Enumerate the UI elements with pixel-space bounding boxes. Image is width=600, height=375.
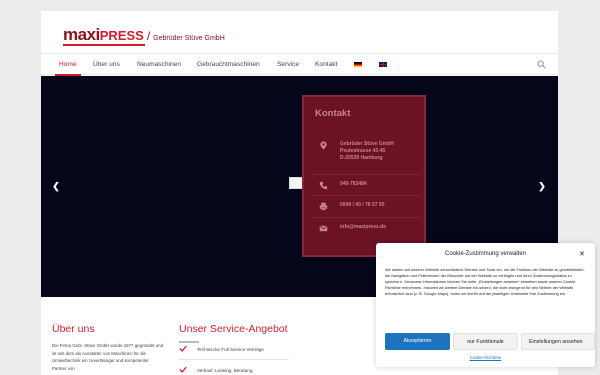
- british-flag-icon[interactable]: [379, 62, 387, 67]
- check-icon: [179, 345, 187, 352]
- cookie-dialog-title: Cookie-Zustimmung verwalten: [444, 251, 527, 257]
- accept-cookies-button[interactable]: Akzeptieren: [385, 333, 450, 350]
- check-icon: [179, 366, 187, 373]
- contact-street: Peutestrasse 43-45: [340, 148, 386, 154]
- about-heading: Über uns: [52, 323, 95, 335]
- contact-divider: [310, 174, 420, 175]
- logo-maxi: maxi: [63, 25, 100, 44]
- contact-divider: [310, 195, 420, 196]
- contact-email-link[interactable]: info@maxipress.de: [340, 224, 386, 231]
- cookie-dialog-text: Wir setzen auf unserer Website verschied…: [385, 267, 585, 296]
- logo-underline: [63, 44, 145, 46]
- logo-press: PRESS: [99, 28, 144, 43]
- nav-item-kontakt[interactable]: Kontakt: [315, 54, 337, 75]
- about-text: Die Firma Gebr. Stüve GmbH wurde 1977 ge…: [52, 343, 164, 371]
- company-name: Gebrüder Stüve GmbH: [153, 35, 225, 42]
- phone-icon: [319, 181, 328, 190]
- contact-city: D-20539 Hamburg: [340, 155, 383, 161]
- nav-item-home[interactable]: Home: [55, 54, 81, 76]
- contact-box: Kontakt Gebrüder Stüve GmbH Peutestrasse…: [302, 95, 426, 257]
- slider-prev-arrow-icon[interactable]: ❮: [51, 180, 61, 192]
- location-pin-icon: [320, 141, 327, 150]
- service-divider: [179, 359, 289, 360]
- nav-item-neumaschinen[interactable]: Neumaschinen: [137, 54, 181, 75]
- logo-slash: /: [146, 29, 151, 43]
- nav-item-gebrauchtmaschinen[interactable]: Gebrauchtmaschinen: [197, 54, 260, 75]
- search-icon[interactable]: [537, 60, 546, 69]
- contact-divider: [310, 217, 420, 218]
- main-nav: Home Über uns Neumaschinen Gebrauchtmasc…: [41, 53, 558, 76]
- service-item-label: Verkauf, Leasing, Beratung,: [197, 368, 254, 373]
- functional-only-button[interactable]: nur Funktionale: [453, 333, 518, 350]
- cookie-policy-link[interactable]: Cookie-Richtlinie: [376, 355, 595, 360]
- close-icon[interactable]: ✕: [579, 250, 585, 258]
- contact-phone-text: 040-783484: [340, 181, 367, 187]
- fax-icon: [319, 202, 328, 211]
- nav-item-service[interactable]: Service: [277, 54, 299, 75]
- view-preferences-button[interactable]: Einstellungen ansehen: [521, 333, 595, 350]
- contact-fax-text: 0049 / 40 / 78 57 95: [340, 202, 385, 208]
- service-heading-underline: [179, 341, 199, 343]
- envelope-icon: [319, 225, 328, 232]
- german-flag-icon[interactable]: [354, 62, 362, 67]
- contact-title: Kontakt: [315, 108, 351, 119]
- cookie-consent-dialog: Cookie-Zustimmung verwalten ✕ Wir setzen…: [376, 243, 595, 367]
- slider-next-arrow-icon[interactable]: ❯: [537, 180, 547, 192]
- service-item-label: Technische Full Service Verträge: [197, 347, 264, 352]
- logo[interactable]: maxi PRESS / Gebrüder Stüve GmbH: [63, 25, 225, 44]
- service-heading: Unser Service-Angebot: [179, 323, 288, 335]
- nav-item-ueber-uns[interactable]: Über uns: [93, 54, 120, 75]
- contact-company: Gebrüder Stüve GmbH: [340, 141, 394, 147]
- slide-image-placeholder: [289, 177, 303, 189]
